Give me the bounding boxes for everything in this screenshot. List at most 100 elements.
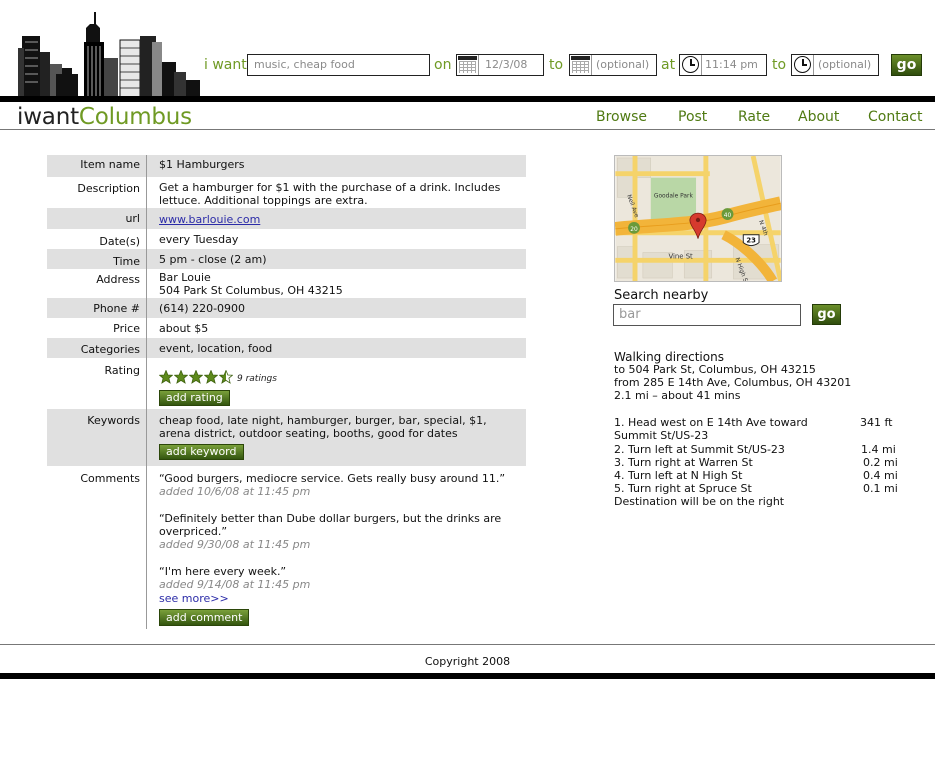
rating-count: 9 ratings <box>237 374 277 384</box>
description-label: Description <box>77 182 140 195</box>
comment-meta: added 9/30/08 at 11:45 pm <box>159 538 311 551</box>
time-label: Time <box>113 255 140 268</box>
star-filled-icon[interactable] <box>174 370 188 384</box>
location-map[interactable]: Goodale Park 20 40 23 Neil Ave Vine St N… <box>614 155 782 282</box>
time-to-input[interactable]: (optional) <box>791 54 879 76</box>
step-text: 4. Turn left at N High St <box>614 469 743 482</box>
row-phone: Phone # (614) 220-0900 <box>47 298 526 318</box>
address-line-2: 504 Park St Columbus, OH 43215 <box>159 284 343 297</box>
search-nearby-input[interactable]: bar <box>613 304 801 326</box>
city-skyline-logo <box>16 12 202 100</box>
address-label: Address <box>96 273 140 286</box>
nav-about[interactable]: About <box>798 108 839 126</box>
time-value: 5 pm - close (2 am) <box>159 253 267 266</box>
calendar-icon[interactable] <box>570 55 592 75</box>
keywords-label: Keywords <box>87 414 140 427</box>
comments-label: Comments <box>80 472 140 485</box>
header-divider <box>0 96 935 102</box>
comment-item: “Definitely better than Dube dollar burg… <box>159 512 509 551</box>
add-rating-button[interactable]: add rating <box>159 390 230 406</box>
row-time: Time 5 pm - close (2 am) <box>47 249 526 269</box>
add-keyword-button[interactable]: add keyword <box>159 444 244 460</box>
map-label-park: Goodale Park <box>654 193 694 199</box>
row-price: Price about $5 <box>47 318 526 338</box>
to-label: to <box>549 57 564 73</box>
item-detail-table: Item name $1 Hamburgers Description Get … <box>47 155 526 636</box>
search-go-button[interactable]: go <box>812 304 841 325</box>
go-button[interactable]: go <box>891 54 922 76</box>
see-more-link[interactable]: see more>> <box>159 592 509 605</box>
at-label: at <box>661 57 676 73</box>
step-distance: 0.2 mi <box>863 456 898 469</box>
calendar-icon[interactable] <box>457 55 479 75</box>
logo-part-city: Columbus <box>78 104 192 130</box>
directions-summary: 2.1 mi – about 41 mins <box>614 389 741 402</box>
categories-value: event, location, food <box>159 342 273 355</box>
comment-text: “Definitely better than Dube dollar burg… <box>159 512 502 538</box>
clock-icon[interactable] <box>680 55 702 75</box>
date-to-value: (optional) <box>596 58 650 71</box>
dates-value: every Tuesday <box>159 233 239 246</box>
table-column-divider <box>146 155 147 629</box>
url-link[interactable]: www.barlouie.com <box>159 213 514 226</box>
nav-contact[interactable]: Contact <box>868 108 922 126</box>
site-logo[interactable]: iwantColumbus <box>17 103 192 131</box>
step-text: 2. Turn left at Summit St/US-23 <box>614 443 785 456</box>
star-filled-icon[interactable] <box>204 370 218 384</box>
row-rating: Rating 9 ratings add rating <box>47 358 526 409</box>
directions-from: from 285 E 14th Ave, Columbus, OH 43201 <box>614 376 852 389</box>
date-to-input[interactable]: (optional) <box>569 54 657 76</box>
nav-browse[interactable]: Browse <box>596 108 647 126</box>
directions-destination: Destination will be on the right <box>614 495 785 508</box>
row-keywords: Keywords cheap food, late night, hamburg… <box>47 409 526 466</box>
rating-label: Rating <box>104 364 140 377</box>
address-line-1: Bar Louie <box>159 271 211 284</box>
description-value: Get a hamburger for $1 with the purchase… <box>159 181 501 207</box>
footer-bar <box>0 673 935 679</box>
direction-step: 1. Head west on E 14th Ave toward Summit… <box>614 416 808 442</box>
nav-post[interactable]: Post <box>678 108 707 126</box>
nav-rate[interactable]: Rate <box>738 108 770 126</box>
clock-icon[interactable] <box>792 55 814 75</box>
date-from-input[interactable]: 12/3/08 <box>456 54 544 76</box>
want-label: i want <box>204 57 247 73</box>
step-text: 1. Head west on E 14th Ave toward <box>614 416 808 429</box>
step-text-cont: Summit St/US-23 <box>614 429 709 442</box>
item-name-value: $1 Hamburgers <box>159 158 245 171</box>
comment-text: “I'm here every week.” <box>159 565 287 578</box>
to-label-2: to <box>772 57 787 73</box>
item-name-label: Item name <box>80 158 140 171</box>
comment-item: “I'm here every week.” added 9/14/08 at … <box>159 565 509 591</box>
time-from-value: 11:14 pm <box>705 58 758 71</box>
row-url: url www.barlouie.com <box>47 208 526 229</box>
categories-label: Categories <box>80 343 140 356</box>
row-categories: Categories event, location, food <box>47 338 526 358</box>
time-from-input[interactable]: 11:14 pm <box>679 54 767 76</box>
star-filled-icon[interactable] <box>189 370 203 384</box>
map-label-vine: Vine St <box>668 252 693 260</box>
step-text: 5. Turn right at Spruce St <box>614 482 752 495</box>
url-label: url <box>125 212 140 225</box>
step-text: 3. Turn right at Warren St <box>614 456 753 469</box>
step-distance: 341 ft <box>860 416 893 429</box>
comment-item: “Good burgers, mediocre service. Gets re… <box>159 472 509 498</box>
star-filled-icon[interactable] <box>219 370 233 384</box>
phone-value: (614) 220-0900 <box>159 302 246 315</box>
map-route-40: 40 <box>724 213 732 219</box>
comment-meta: added 9/14/08 at 11:45 pm <box>159 578 311 591</box>
address-value: Bar Louie 504 Park St Columbus, OH 43215 <box>159 271 514 297</box>
time-to-value: (optional) <box>818 58 872 71</box>
add-comment-button[interactable]: add comment <box>159 609 250 626</box>
rating-stars[interactable] <box>159 370 234 384</box>
map-route-23: 23 <box>746 237 756 245</box>
step-distance: 1.4 mi <box>861 443 896 456</box>
phone-label: Phone # <box>93 302 140 315</box>
star-filled-icon[interactable] <box>159 370 173 384</box>
price-label: Price <box>113 322 140 335</box>
comment-meta: added 10/6/08 at 11:45 pm <box>159 485 311 498</box>
want-input[interactable]: music, cheap food <box>247 54 430 76</box>
directions-title: Walking directions <box>614 350 724 364</box>
row-item-name: Item name $1 Hamburgers <box>47 155 526 177</box>
row-address: Address Bar Louie 504 Park St Columbus, … <box>47 269 526 298</box>
keywords-value: cheap food, late night, hamburger, burge… <box>159 414 487 440</box>
